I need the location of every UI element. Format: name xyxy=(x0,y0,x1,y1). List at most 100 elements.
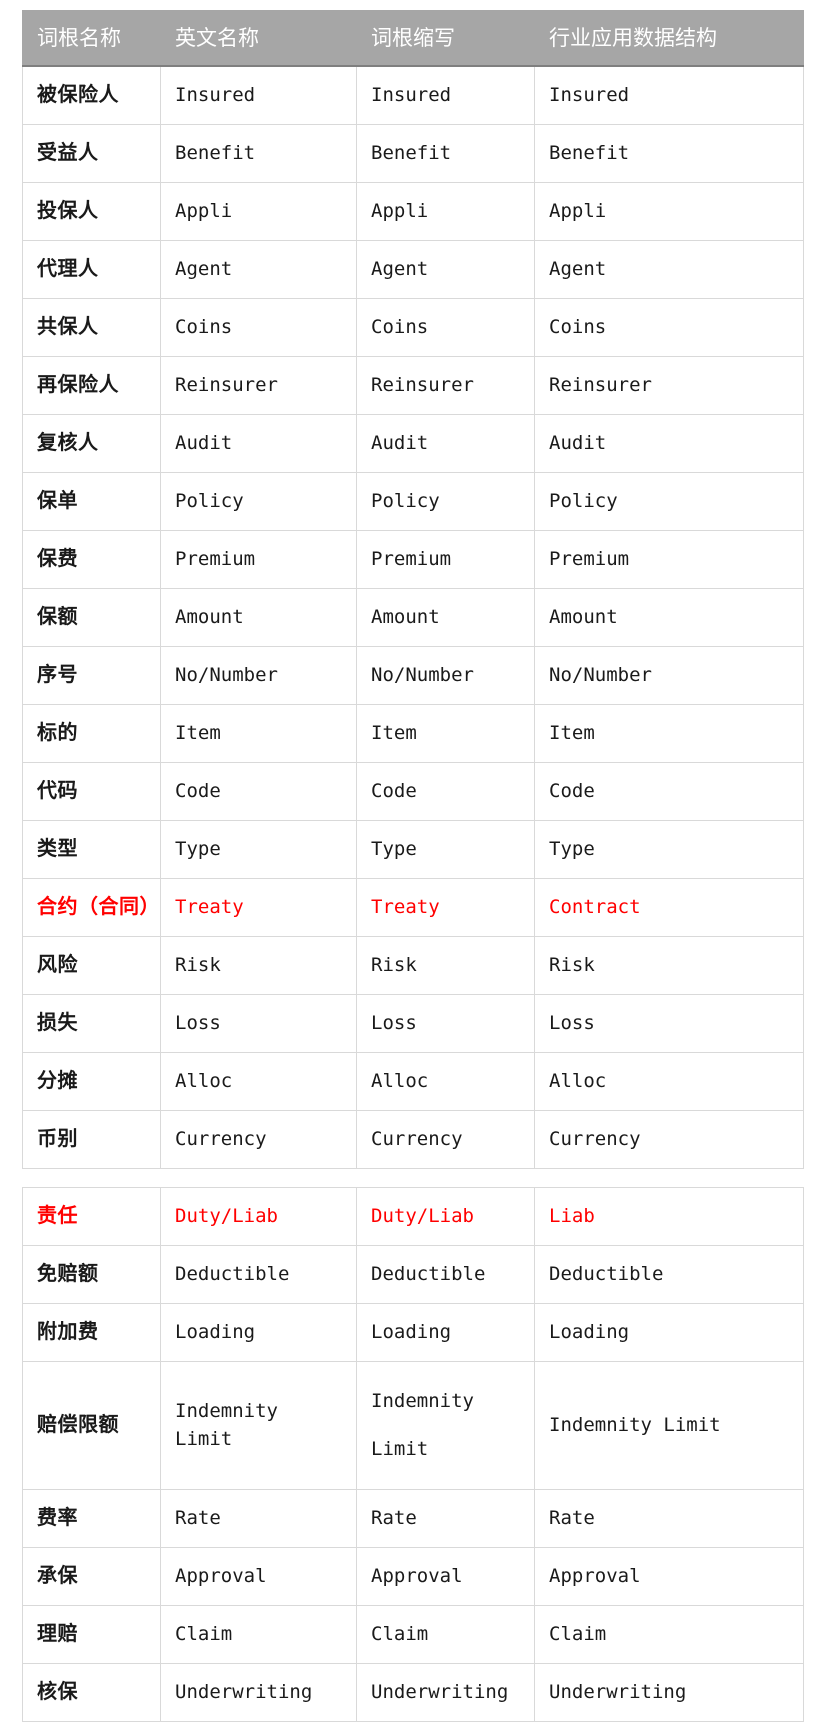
cell-abbreviation: Policy xyxy=(356,472,535,532)
table-row: 再保险人 Reinsurer Reinsurer Reinsurer xyxy=(22,356,804,416)
table-row: 免赔额 Deductible Deductible Deductible xyxy=(22,1245,804,1305)
table-row: 保单 Policy Policy Policy xyxy=(22,472,804,532)
cell-abbreviation: Type xyxy=(356,820,535,880)
cell-abbreviation: Deductible xyxy=(356,1245,535,1305)
cell-abbreviation: Treaty xyxy=(356,878,535,938)
glossary-tables-container: 词根名称 英文名称 词根缩写 行业应用数据结构 被保险人 Insured Insured In… xyxy=(22,10,804,1722)
cell-abbreviation: Currency xyxy=(356,1110,535,1170)
cell-english-name: Loading xyxy=(160,1303,357,1363)
cell-data-structure: Currency xyxy=(534,1110,804,1170)
cell-abbreviation: Premium xyxy=(356,530,535,590)
cell-abbreviation: Claim xyxy=(356,1605,535,1665)
cell-abbreviation: Agent xyxy=(356,240,535,300)
table-row: 复核人 Audit Audit Audit xyxy=(22,414,804,474)
cell-data-structure: Loading xyxy=(534,1303,804,1363)
cell-data-structure: Type xyxy=(534,820,804,880)
table-row: 保费 Premium Premium Premium xyxy=(22,530,804,590)
cell-data-structure: Premium xyxy=(534,530,804,590)
table-row: 保额 Amount Amount Amount xyxy=(22,588,804,648)
cell-abbreviation: Amount xyxy=(356,588,535,648)
cell-english-name: Claim xyxy=(160,1605,357,1665)
cell-abbreviation: Reinsurer xyxy=(356,356,535,416)
cell-data-structure: Indemnity Limit xyxy=(534,1361,804,1491)
cell-english-name: Alloc xyxy=(160,1052,357,1112)
cell-abbreviation: Loss xyxy=(356,994,535,1054)
cell-term: 分摊 xyxy=(22,1052,161,1112)
cell-abbreviation: Risk xyxy=(356,936,535,996)
cell-english-name: Appli xyxy=(160,182,357,242)
primary-glossary-table: 词根名称 英文名称 词根缩写 行业应用数据结构 被保险人 Insured Insured In… xyxy=(22,10,804,1170)
cell-term: 标的 xyxy=(22,704,161,764)
cell-term: 被保险人 xyxy=(22,65,161,126)
cell-english-name: Audit xyxy=(160,414,357,474)
cell-abbreviation: Coins xyxy=(356,298,535,358)
cell-term: 代码 xyxy=(22,762,161,822)
table-row: 序号 No/Number No/Number No/Number xyxy=(22,646,804,706)
table-row: 共保人 Coins Coins Coins xyxy=(22,298,804,358)
cell-term: 责任 xyxy=(22,1187,161,1247)
table-row: 责任 Duty/Liab Duty/Liab Liab xyxy=(22,1187,804,1247)
cell-term: 理赔 xyxy=(22,1605,161,1665)
column-header-term: 词根名称 xyxy=(22,10,161,68)
cell-english-name: Code xyxy=(160,762,357,822)
cell-term: 保额 xyxy=(22,588,161,648)
cell-abbreviation: Alloc xyxy=(356,1052,535,1112)
table-row: 核保 Underwriting Underwriting Underwriting xyxy=(22,1663,804,1722)
cell-abbreviation: Audit xyxy=(356,414,535,474)
cell-english-name: No/Number xyxy=(160,646,357,706)
cell-data-structure: Agent xyxy=(534,240,804,300)
cell-abbreviation: Approval xyxy=(356,1547,535,1607)
cell-english-name: Item xyxy=(160,704,357,764)
cell-abbreviation: Loading xyxy=(356,1303,535,1363)
cell-term: 合约（合同） xyxy=(22,878,161,938)
table-row: 损失 Loss Loss Loss xyxy=(22,994,804,1054)
cell-abbreviation: Appli xyxy=(356,182,535,242)
cell-abbreviation: Rate xyxy=(356,1489,535,1549)
cell-term: 再保险人 xyxy=(22,356,161,416)
cell-data-structure: Claim xyxy=(534,1605,804,1665)
cell-abbreviation: Insured xyxy=(356,65,535,126)
column-header-english: 英文名称 xyxy=(160,10,357,68)
cell-term: 币别 xyxy=(22,1110,161,1170)
cell-term: 受益人 xyxy=(22,124,161,184)
cell-english-name: Loss xyxy=(160,994,357,1054)
cell-english-name: Duty/Liab xyxy=(160,1187,357,1247)
cell-english-name: Type xyxy=(160,820,357,880)
table-row: 代理人 Agent Agent Agent xyxy=(22,240,804,300)
cell-term: 类型 xyxy=(22,820,161,880)
cell-english-name: Policy xyxy=(160,472,357,532)
column-header-abbreviation: 词根缩写 xyxy=(356,10,535,68)
table-row: 币别 Currency Currency Currency xyxy=(22,1110,804,1170)
cell-english-name: Indemnity Limit xyxy=(160,1361,357,1491)
cell-abbreviation: Benefit xyxy=(356,124,535,184)
column-header-data-structure: 行业应用数据结构 xyxy=(534,10,804,68)
table-row: 分摊 Alloc Alloc Alloc xyxy=(22,1052,804,1112)
table-row: 风险 Risk Risk Risk xyxy=(22,936,804,996)
cell-data-structure: Coins xyxy=(534,298,804,358)
cell-data-structure: Risk xyxy=(534,936,804,996)
cell-term: 共保人 xyxy=(22,298,161,358)
cell-term: 代理人 xyxy=(22,240,161,300)
cell-data-structure: Liab xyxy=(534,1187,804,1247)
cell-english-name: Benefit xyxy=(160,124,357,184)
cell-term: 投保人 xyxy=(22,182,161,242)
cell-english-name: Currency xyxy=(160,1110,357,1170)
cell-english-name: Underwriting xyxy=(160,1663,357,1722)
cell-abbreviation: Code xyxy=(356,762,535,822)
cell-data-structure: Rate xyxy=(534,1489,804,1549)
cell-data-structure: Item xyxy=(534,704,804,764)
cell-english-name: Agent xyxy=(160,240,357,300)
cell-english-name: Approval xyxy=(160,1547,357,1607)
cell-term: 风险 xyxy=(22,936,161,996)
cell-english-name: Risk xyxy=(160,936,357,996)
cell-term: 保单 xyxy=(22,472,161,532)
cell-term: 核保 xyxy=(22,1663,161,1722)
continuation-glossary-table: 责任 Duty/Liab Duty/Liab Liab 免赔额 Deductible Ded… xyxy=(22,1187,804,1722)
cell-abbreviation: Item xyxy=(356,704,535,764)
cell-term: 损失 xyxy=(22,994,161,1054)
cell-data-structure: Underwriting xyxy=(534,1663,804,1722)
table-row: 赔偿限额 Indemnity Limit Indemnity Limit Indemn… xyxy=(22,1361,804,1491)
cell-term: 免赔额 xyxy=(22,1245,161,1305)
cell-english-name: Premium xyxy=(160,530,357,590)
table-row: 类型 Type Type Type xyxy=(22,820,804,880)
